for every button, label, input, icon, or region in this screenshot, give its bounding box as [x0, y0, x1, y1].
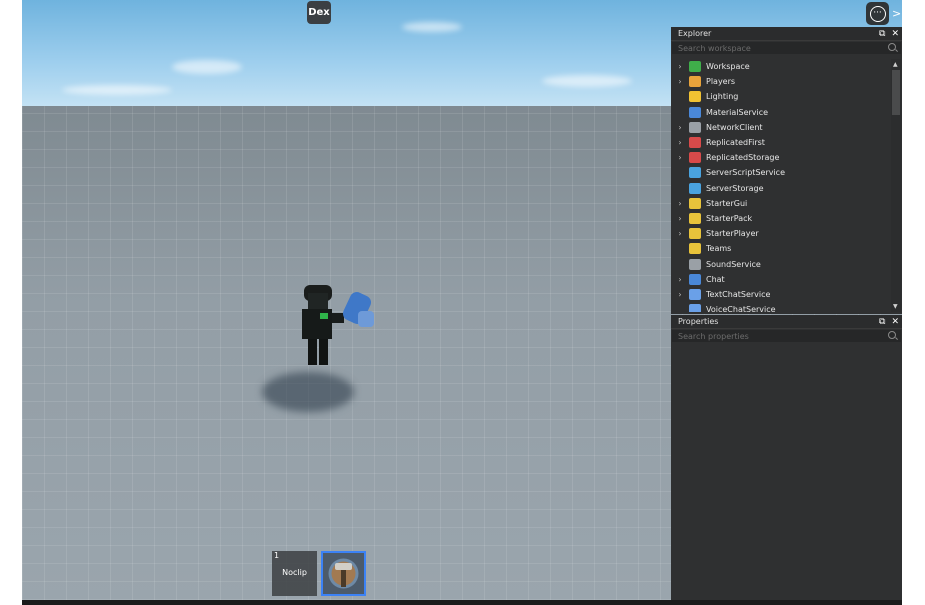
chevron-right-icon[interactable]: ›: [671, 214, 689, 223]
dex-button[interactable]: Dex: [307, 1, 331, 24]
explorer-item-label: ReplicatedStorage: [706, 153, 780, 163]
hotbar-slot-hammer[interactable]: [321, 551, 366, 596]
replicated-first-icon: [689, 137, 701, 149]
material-icon: [689, 106, 701, 118]
player-avatar[interactable]: [300, 283, 390, 413]
starter-pack-icon: [689, 212, 701, 224]
explorer-item-players[interactable]: › Players: [671, 74, 889, 89]
chevron-right-icon[interactable]: ›: [671, 138, 689, 147]
explorer-search: [672, 42, 901, 54]
properties-search-input[interactable]: [678, 331, 868, 341]
explorer-item-label: StarterGui: [706, 198, 748, 208]
explorer-item-label: ServerScriptService: [706, 168, 786, 178]
undock-icon[interactable]: ⧉: [879, 317, 885, 327]
chevron-right-icon[interactable]: ›: [671, 62, 689, 71]
starter-gui-icon: [689, 197, 701, 209]
teams-icon: [689, 243, 701, 255]
explorer-item-label: Chat: [706, 274, 725, 284]
chevron-right-icon[interactable]: >: [892, 7, 901, 20]
scroll-up-icon[interactable]: ▲: [893, 61, 898, 68]
chevron-right-icon[interactable]: ›: [671, 290, 689, 299]
explorer-item-label: ReplicatedFirst: [706, 138, 765, 148]
slot-number: 1: [274, 551, 280, 560]
explorer-item-label: StarterPlayer: [706, 229, 759, 239]
sound-icon: [689, 258, 701, 270]
replicated-storage-icon: [689, 152, 701, 164]
network-icon: [689, 121, 701, 133]
explorer-item-label: MaterialService: [706, 107, 769, 117]
close-icon[interactable]: ✕: [891, 29, 899, 39]
explorer-item-workspace[interactable]: › Workspace: [671, 59, 889, 74]
ellipsis-circle-icon: ···: [869, 5, 886, 22]
explorer-panel: Explorer ⧉ ✕ › Workspace › Players Lighting M…: [671, 27, 902, 314]
starter-player-icon: [689, 228, 701, 240]
explorer-item-teams[interactable]: Teams: [671, 241, 889, 256]
properties-panel: Properties ⧉ ✕: [671, 315, 902, 600]
properties-title: Properties: [678, 317, 719, 326]
explorer-search-input[interactable]: [678, 43, 868, 53]
chat-icon: [689, 273, 701, 285]
explorer-item-serverstorage[interactable]: ServerStorage: [671, 181, 889, 196]
explorer-tree: › Workspace › Players Lighting MaterialServic…: [671, 59, 889, 312]
explorer-item-label: StarterPack: [706, 213, 753, 223]
chevron-right-icon[interactable]: ›: [671, 275, 689, 284]
players-icon: [689, 76, 701, 88]
slot-label: Noclip: [282, 568, 307, 577]
explorer-item-startergui[interactable]: › StarterGui: [671, 196, 889, 211]
chevron-right-icon[interactable]: ›: [671, 123, 689, 132]
chevron-right-icon[interactable]: ›: [671, 153, 689, 162]
scroll-down-icon[interactable]: ▼: [893, 303, 898, 310]
server-script-icon: [689, 167, 701, 179]
explorer-item-voicechatservice[interactable]: VoiceChatService: [671, 302, 889, 312]
explorer-item-lighting[interactable]: Lighting: [671, 89, 889, 104]
lightbulb-icon: [689, 91, 701, 103]
explorer-item-label: TextChatService: [706, 289, 771, 299]
explorer-item-serverscriptservice[interactable]: ServerScriptService: [671, 165, 889, 180]
properties-search: [672, 330, 901, 342]
chevron-right-icon[interactable]: ›: [671, 77, 689, 86]
explorer-item-label: SoundService: [706, 259, 761, 269]
held-hammer-icon: [342, 292, 374, 327]
explorer-item-label: ServerStorage: [706, 183, 764, 193]
hotbar: 1 Noclip: [272, 551, 366, 596]
properties-header: Properties ⧉ ✕: [671, 315, 902, 329]
explorer-item-label: Workspace: [706, 62, 750, 72]
explorer-item-label: Players: [706, 77, 736, 87]
explorer-scrollbar[interactable]: ▲ ▼: [891, 59, 901, 312]
explorer-item-replicatedstorage[interactable]: › ReplicatedStorage: [671, 150, 889, 165]
explorer-item-replicatedfirst[interactable]: › ReplicatedFirst: [671, 135, 889, 150]
undock-icon[interactable]: ⧉: [879, 29, 885, 39]
chevron-right-icon[interactable]: ›: [671, 199, 689, 208]
search-icon: [888, 43, 896, 51]
explorer-item-label: VoiceChatService: [706, 305, 776, 312]
voice-chat-icon: [689, 304, 701, 312]
bottom-edge-bar: [22, 600, 902, 605]
explorer-header: Explorer ⧉ ✕: [671, 27, 902, 41]
close-icon[interactable]: ✕: [891, 317, 899, 327]
explorer-item-soundservice[interactable]: SoundService: [671, 256, 889, 271]
search-icon: [888, 331, 896, 339]
explorer-item-label: NetworkClient: [706, 122, 763, 132]
explorer-item-label: Lighting: [706, 92, 739, 102]
explorer-item-materialservice[interactable]: MaterialService: [671, 105, 889, 120]
scroll-thumb[interactable]: [892, 70, 900, 115]
roblox-menu-button[interactable]: ···: [866, 2, 889, 25]
explorer-item-starterpack[interactable]: › StarterPack: [671, 211, 889, 226]
avatar-body: [302, 285, 344, 365]
hotbar-slot-noclip[interactable]: 1 Noclip: [272, 551, 317, 596]
hammer-tool-icon: [328, 558, 359, 589]
text-chat-icon: [689, 288, 701, 300]
server-storage-icon: [689, 182, 701, 194]
explorer-title: Explorer: [678, 29, 712, 38]
explorer-item-chat[interactable]: › Chat: [671, 272, 889, 287]
chevron-right-icon[interactable]: ›: [671, 229, 689, 238]
explorer-item-networkclient[interactable]: › NetworkClient: [671, 120, 889, 135]
globe-icon: [689, 61, 701, 73]
explorer-item-starterplayer[interactable]: › StarterPlayer: [671, 226, 889, 241]
explorer-item-label: Teams: [706, 244, 732, 254]
explorer-item-textchatservice[interactable]: › TextChatService: [671, 287, 889, 302]
